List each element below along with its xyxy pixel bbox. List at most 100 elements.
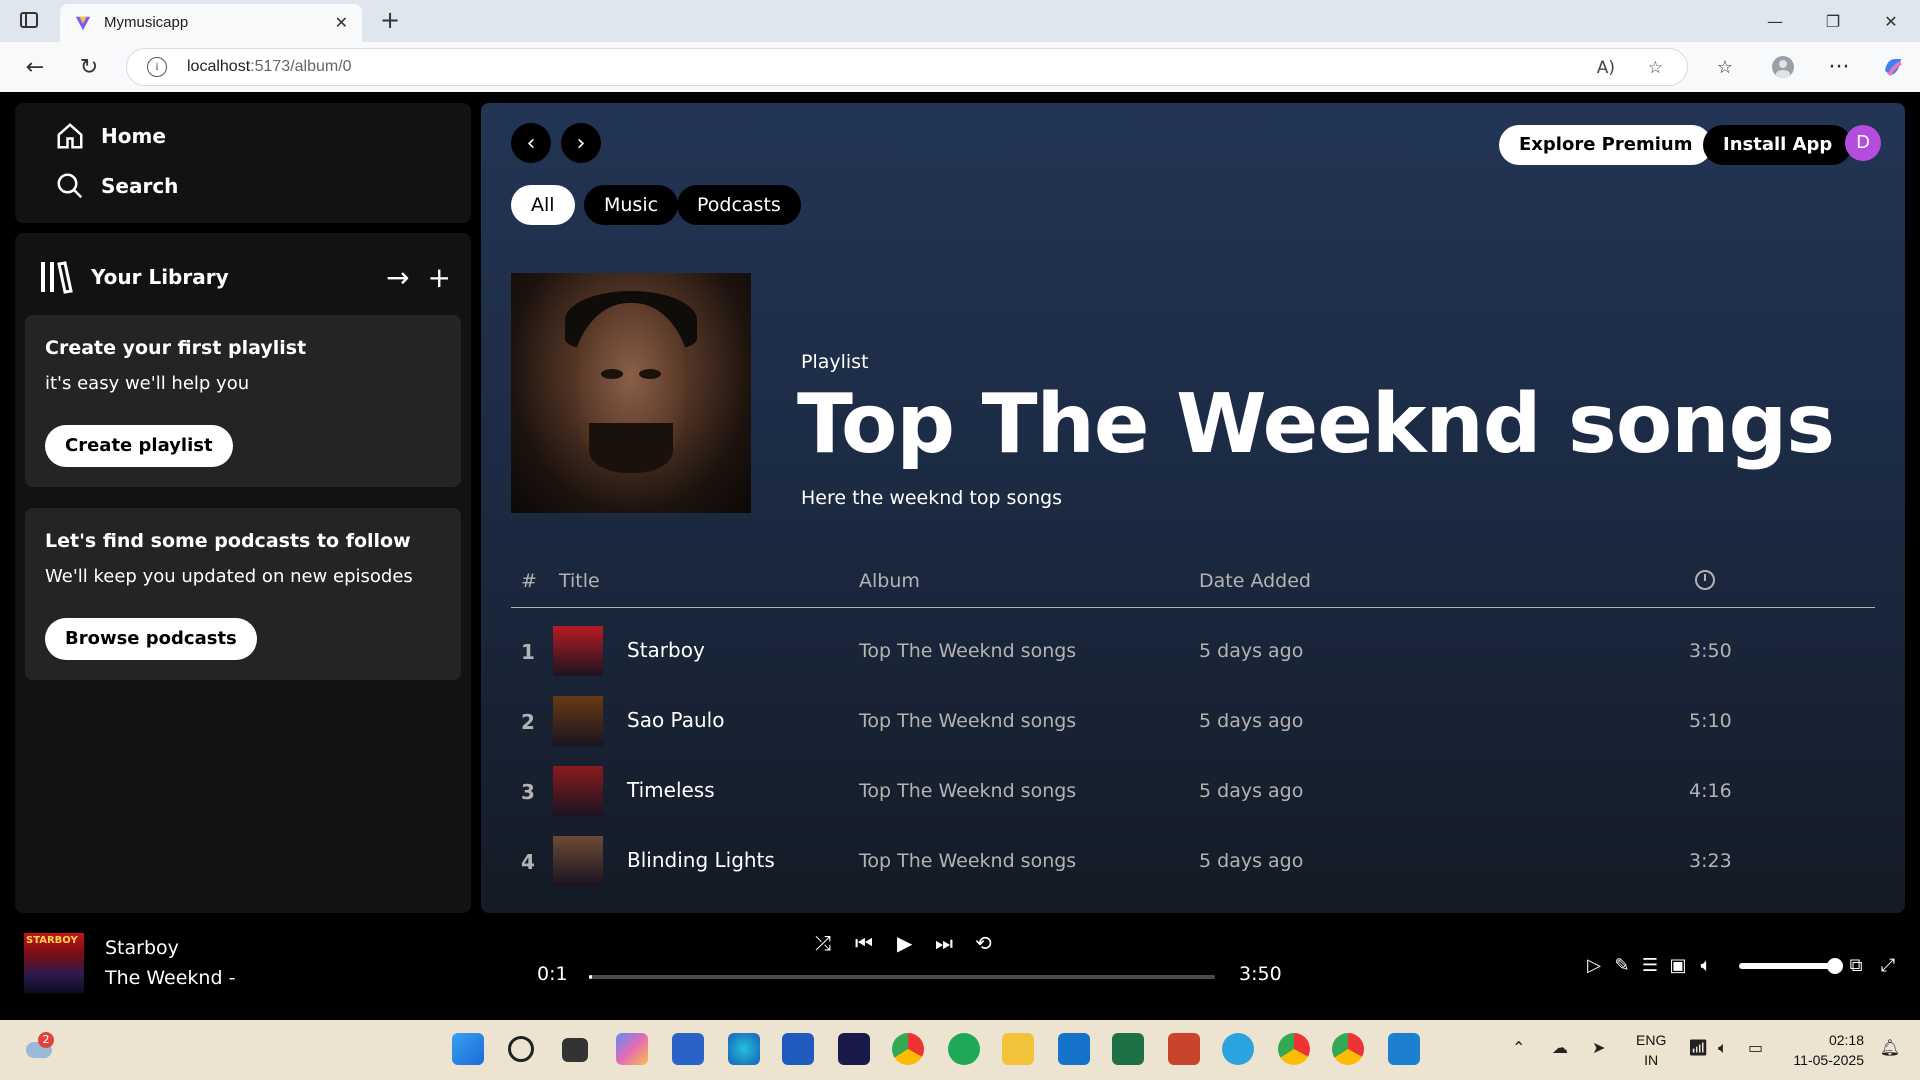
play-icon[interactable]: ▶: [897, 931, 912, 955]
library-icon[interactable]: [39, 260, 73, 294]
progress-bar[interactable]: [589, 975, 1215, 979]
track-album[interactable]: Top The Weeknd songs: [859, 850, 1076, 872]
powerpoint-icon[interactable]: [1168, 1033, 1200, 1065]
table-row[interactable]: 1 Starboy Top The Weeknd songs 5 days ago 3:…: [511, 618, 1875, 688]
track-title[interactable]: Blinding Lights: [627, 848, 775, 872]
install-app-button[interactable]: Install App: [1703, 125, 1853, 165]
start-icon[interactable]: [452, 1033, 484, 1065]
onedrive-icon[interactable]: ☁: [1552, 1038, 1568, 1057]
now-playing-title[interactable]: Starboy: [105, 937, 179, 959]
location-icon[interactable]: ➤: [1592, 1038, 1605, 1057]
card-subtitle: We'll keep you updated on new episodes: [45, 566, 413, 587]
explore-premium-button[interactable]: Explore Premium: [1499, 125, 1713, 165]
track-thumbnail: [553, 626, 603, 676]
track-duration: 3:23: [1689, 850, 1732, 872]
library-title[interactable]: Your Library: [91, 265, 386, 289]
track-album[interactable]: Top The Weeknd songs: [859, 710, 1076, 732]
notifications-bell-icon[interactable]: 🔔︎: [1880, 1038, 1900, 1057]
nav-home[interactable]: Home: [55, 121, 166, 151]
back-icon[interactable]: ←: [22, 54, 48, 80]
filter-music[interactable]: Music: [584, 185, 679, 225]
next-icon[interactable]: ⏭: [935, 931, 953, 955]
battery-icon[interactable]: ▭: [1748, 1038, 1763, 1057]
now-playing-art[interactable]: STARBOY: [24, 933, 84, 993]
connect-device-icon[interactable]: ▣: [1667, 955, 1689, 977]
site-info-icon[interactable]: i: [147, 57, 167, 77]
favorite-star-icon[interactable]: ☆: [1648, 58, 1663, 78]
taskbar-search-icon[interactable]: [508, 1036, 534, 1062]
track-number: 4: [521, 850, 535, 874]
track-title[interactable]: Timeless: [627, 778, 715, 802]
task-view-icon[interactable]: [562, 1038, 588, 1062]
track-title[interactable]: Starboy: [627, 638, 705, 662]
url-text[interactable]: localhost:5173/album/0: [187, 58, 352, 76]
track-thumbnail: [553, 836, 603, 886]
browser-tab[interactable]: Mymusicapp ✕: [60, 4, 362, 42]
new-tab-icon[interactable]: +: [380, 6, 400, 34]
weather-widget-icon[interactable]: 2: [26, 1032, 56, 1064]
track-album[interactable]: Top The Weeknd songs: [859, 640, 1076, 662]
favorites-icon[interactable]: ☆: [1712, 54, 1738, 80]
now-playing-artist[interactable]: The Weeknd -: [105, 967, 235, 989]
lyrics-icon[interactable]: ✎: [1611, 955, 1633, 977]
edge-icon[interactable]: [728, 1033, 760, 1065]
telegram-icon[interactable]: [1222, 1033, 1254, 1065]
volume-knob[interactable]: [1827, 958, 1843, 974]
chrome-icon[interactable]: [892, 1033, 924, 1065]
wifi-icon[interactable]: 📶︎: [1688, 1038, 1708, 1057]
mini-player-icon[interactable]: ⧉: [1845, 955, 1867, 977]
chrome-profile-2-icon[interactable]: [1332, 1033, 1364, 1065]
track-title[interactable]: Sao Paulo: [627, 708, 724, 732]
filter-podcasts[interactable]: Podcasts: [677, 185, 801, 225]
close-tab-icon[interactable]: ✕: [335, 13, 348, 32]
now-playing-view-icon[interactable]: ▷: [1583, 955, 1605, 977]
tray-chevron-icon[interactable]: ⌃: [1512, 1038, 1525, 1057]
music-app: Home Search Your Library → + Create your…: [5, 93, 1915, 1017]
avatar[interactable]: D: [1845, 125, 1881, 161]
copilot-icon[interactable]: [1880, 54, 1906, 80]
whatsapp-icon[interactable]: [948, 1033, 980, 1065]
word-icon[interactable]: [782, 1033, 814, 1065]
previous-icon[interactable]: ⏮: [855, 931, 873, 955]
refresh-icon[interactable]: ↻: [76, 54, 102, 80]
language-indicator[interactable]: ENG IN: [1636, 1030, 1666, 1070]
table-row[interactable]: 4 Blinding Lights Top The Weeknd songs 5 da…: [511, 828, 1875, 898]
more-options-icon[interactable]: ···: [1826, 54, 1852, 80]
create-playlist-button[interactable]: Create playlist: [45, 425, 233, 467]
track-album[interactable]: Top The Weeknd songs: [859, 780, 1076, 802]
chrome-profile-icon[interactable]: [1278, 1033, 1310, 1065]
speaker-icon[interactable]: 🔈︎: [1718, 1038, 1728, 1058]
profile-icon[interactable]: [1770, 54, 1796, 80]
close-window-icon[interactable]: ✕: [1862, 0, 1920, 42]
clock[interactable]: 02:18 11-05-2025: [1793, 1030, 1864, 1070]
excel-icon[interactable]: [1112, 1033, 1144, 1065]
vscode-icon[interactable]: [1388, 1033, 1420, 1065]
restore-icon[interactable]: ❐: [1804, 0, 1862, 42]
volume-icon[interactable]: 🔈︎: [1695, 955, 1717, 977]
side-nav: Home Search: [15, 103, 471, 223]
shuffle-icon[interactable]: ⤮: [815, 931, 831, 955]
store-icon[interactable]: [672, 1033, 704, 1065]
repeat-icon[interactable]: ⟲: [975, 931, 992, 955]
nav-search[interactable]: Search: [55, 171, 178, 201]
volume-slider[interactable]: [1739, 958, 1843, 974]
queue-icon[interactable]: ☰: [1639, 955, 1661, 977]
expand-arrow-icon[interactable]: →: [386, 261, 409, 294]
playlist-description: Here the weeknd top songs: [801, 487, 1063, 509]
browse-podcasts-button[interactable]: Browse podcasts: [45, 618, 257, 660]
address-bar[interactable]: i localhost:5173/album/0 A) ☆: [126, 48, 1688, 86]
outlook-icon[interactable]: [1058, 1033, 1090, 1065]
read-aloud-icon[interactable]: A): [1597, 58, 1615, 78]
add-icon[interactable]: +: [428, 261, 451, 294]
minimize-icon[interactable]: —: [1746, 0, 1804, 42]
tab-actions-icon[interactable]: [20, 12, 38, 28]
fullscreen-icon[interactable]: ⤢: [1877, 955, 1899, 977]
copilot-app-icon[interactable]: [616, 1033, 648, 1065]
filter-all[interactable]: All: [511, 185, 575, 225]
go-forward-icon[interactable]: ›: [561, 123, 601, 163]
table-row[interactable]: 3 Timeless Top The Weeknd songs 5 days ago 4…: [511, 758, 1875, 828]
go-back-icon[interactable]: ‹: [511, 123, 551, 163]
file-explorer-icon[interactable]: [1002, 1033, 1034, 1065]
table-row[interactable]: 2 Sao Paulo Top The Weeknd songs 5 days ago…: [511, 688, 1875, 758]
after-effects-icon[interactable]: [838, 1033, 870, 1065]
